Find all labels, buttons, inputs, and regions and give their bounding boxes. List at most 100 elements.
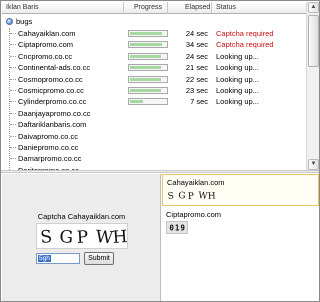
list-row[interactable]: Continental-ads.co.cc 21 sec Looking up... <box>2 62 306 73</box>
progress-bar <box>128 64 168 72</box>
progress-bar <box>128 87 168 94</box>
app-window: Iklan Baris Progress Elapsed Status bugs… <box>0 0 320 302</box>
captcha-char: G <box>178 191 186 201</box>
captcha-entry-panel: Captcha Cahayaiklan.com SGPWH 5gh Submit <box>2 174 161 301</box>
progress-bar <box>128 98 168 106</box>
queue-captcha-thumbnail: 019 <box>166 221 188 234</box>
site-name: Ciptapromo.com <box>18 40 74 50</box>
tree-branch <box>10 101 16 103</box>
list-row[interactable]: Cosmopromo.co.cc 22 sec Looking up... <box>2 74 306 85</box>
list-row[interactable]: Daanjayapromo.co.cc <box>2 108 306 119</box>
progress-bar <box>128 75 168 83</box>
site-name: Cncpromo.co.cc <box>18 51 73 61</box>
list-row[interactable]: Cylinderpromo.co.cc 7 sec Looking up... <box>2 96 306 107</box>
submit-button[interactable]: Submit <box>84 252 114 265</box>
list-row[interactable]: Daivapromo.co.cc <box>2 131 306 142</box>
elapsed-time: 24 sec <box>185 51 208 61</box>
tree-branch <box>10 158 16 160</box>
progress-fill <box>130 100 143 104</box>
status-text: Captcha required <box>216 29 274 38</box>
scrollbar-thumb[interactable] <box>308 15 319 67</box>
site-name: Continental-ads.co.cc <box>18 63 91 73</box>
tree-branch <box>10 90 16 91</box>
elapsed-time: 34 sec <box>185 40 208 50</box>
list-row[interactable]: Cahayaiklan.com 24 sec Captcha required <box>2 28 306 39</box>
site-list-panel: Iklan Baris Progress Elapsed Status bugs… <box>2 2 306 170</box>
elapsed-time: 7 sec <box>190 97 208 107</box>
status-text: Looking up... <box>216 63 259 73</box>
captcha-image: SGPWH <box>36 223 128 249</box>
captcha-char: P <box>76 227 88 248</box>
tree-branch <box>10 55 16 57</box>
queue-captcha-thumbnail: SGPWH <box>167 191 217 202</box>
scroll-down-icon[interactable]: ▼ <box>308 159 319 170</box>
column-header-progress[interactable]: Progress <box>124 2 168 14</box>
group-label: bugs <box>16 17 33 26</box>
progress-bar <box>128 52 168 60</box>
status-text: Looking up... <box>216 74 259 84</box>
status-text: Looking up... <box>216 86 259 95</box>
progress-fill <box>130 77 161 81</box>
queue-item-selected[interactable]: Cahayaiklan.com SGPWH <box>162 174 319 206</box>
progress-fill <box>130 66 161 70</box>
elapsed-time: 24 sec <box>185 29 208 38</box>
elapsed-time: 22 sec <box>185 74 208 84</box>
list-row[interactable]: Damarpromo.co.cc <box>2 153 306 164</box>
progress-bar <box>128 41 168 49</box>
captcha-title: Captcha Cahayaiklan.com <box>37 212 126 221</box>
captcha-char: G <box>59 227 74 248</box>
tree-branch <box>10 78 16 80</box>
progress-fill <box>130 43 162 47</box>
queue-item-label: Cahayaiklan.com <box>167 178 225 187</box>
panel-splitter[interactable] <box>1 170 319 173</box>
vertical-scrollbar[interactable]: ▲ ▼ <box>306 2 319 170</box>
status-text: Captcha required <box>216 40 274 50</box>
status-text: Looking up... <box>216 51 259 61</box>
scroll-up-icon[interactable]: ▲ <box>308 2 319 13</box>
site-name: Daanjayapromo.co.cc <box>18 108 91 118</box>
tree-branch <box>10 124 16 126</box>
column-header-name[interactable]: Iklan Baris <box>2 2 124 14</box>
list-row[interactable]: Cosmicpromo.co.cc 23 sec Looking up... <box>2 85 306 96</box>
site-name: Daniepromo.co.cc <box>18 143 79 152</box>
status-text: Looking up... <box>216 97 259 107</box>
captcha-char: H <box>208 191 217 202</box>
captcha-char: 1 <box>175 223 180 232</box>
globe-bullet-icon <box>6 18 13 25</box>
captcha-char: P <box>188 192 195 202</box>
captcha-input-selection: 5gh <box>38 255 51 262</box>
tree-branch <box>10 135 16 137</box>
elapsed-time: 23 sec <box>185 86 208 95</box>
group-row[interactable]: bugs <box>2 16 202 27</box>
progress-fill <box>130 54 161 58</box>
tree-branch <box>10 112 16 114</box>
column-header-status[interactable]: Status <box>212 2 306 14</box>
tree-branch <box>10 147 16 148</box>
column-header-elapsed[interactable]: Elapsed <box>168 2 212 14</box>
captcha-char: S <box>39 227 53 248</box>
progress-fill <box>130 32 162 35</box>
captcha-char: H <box>112 227 127 248</box>
captcha-char: 0 <box>169 223 174 232</box>
site-name: Damarpromo.co.cc <box>18 154 82 164</box>
site-name: Cahayaiklan.com <box>18 29 76 38</box>
progress-fill <box>130 89 161 92</box>
queue-item-label: Ciptapromo.com <box>166 210 222 219</box>
queue-item[interactable]: Ciptapromo.com 019 <box>162 207 319 239</box>
list-row[interactable]: Daniepromo.co.cc <box>2 142 306 153</box>
captcha-char: 9 <box>180 223 185 232</box>
site-name: Daftariklanbaris.com <box>18 120 87 130</box>
site-name: Cosmopromo.co.cc <box>18 74 83 84</box>
tree-branch <box>10 33 16 34</box>
tree-branch <box>10 44 16 46</box>
elapsed-time: 21 sec <box>185 63 208 73</box>
site-name: Cosmicpromo.co.cc <box>18 86 84 95</box>
list-row[interactable]: Ciptapromo.com 34 sec Captcha required <box>2 39 306 50</box>
site-name: Daivapromo.co.cc <box>18 131 79 141</box>
tree-branch <box>10 67 16 69</box>
list-row[interactable]: Daftariklanbaris.com <box>2 119 306 130</box>
captcha-queue: Cahayaiklan.com SGPWH Ciptapromo.com 019 <box>162 174 319 301</box>
progress-bar <box>128 30 168 37</box>
list-row[interactable]: Cncpromo.co.cc 24 sec Looking up... <box>2 51 306 62</box>
captcha-chars: S G P WH <box>39 227 127 248</box>
